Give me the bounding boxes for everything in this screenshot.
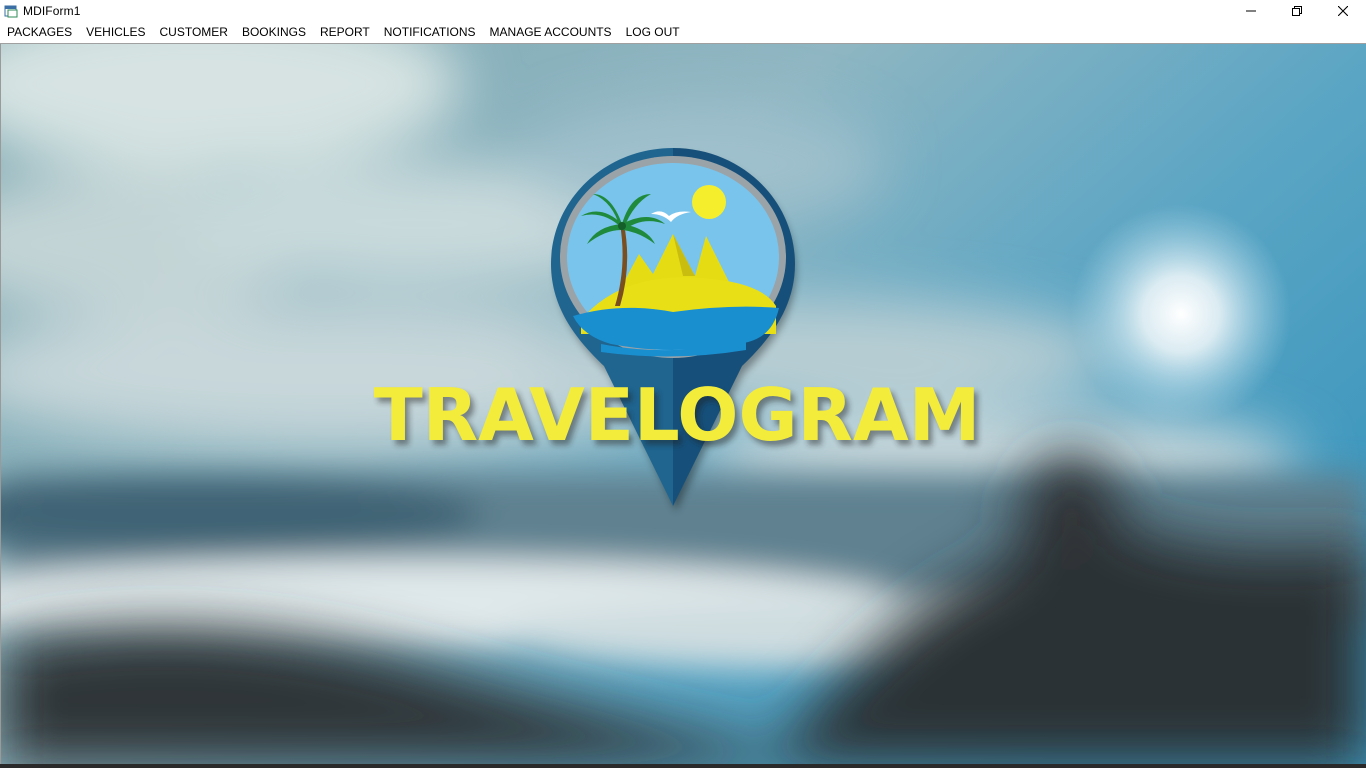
form-app-icon <box>4 5 18 18</box>
restore-icon <box>1292 6 1302 16</box>
window-controls <box>1228 0 1366 22</box>
window-titlebar: MDIForm1 <box>0 0 1366 22</box>
minimize-button[interactable] <box>1228 0 1274 22</box>
menu-customer[interactable]: CUSTOMER <box>153 22 235 43</box>
mdi-workspace: TRAVELOGRAM TRAVELOGRAM <box>0 44 1366 766</box>
menu-bar: PACKAGES VEHICLES CUSTOMER BOOKINGS REPO… <box>0 22 1366 44</box>
background-image: TRAVELOGRAM TRAVELOGRAM <box>1 44 1366 766</box>
window-title: MDIForm1 <box>23 4 81 18</box>
close-button[interactable] <box>1320 0 1366 22</box>
minimize-icon <box>1246 10 1256 12</box>
brand-text: TRAVELOGRAM <box>374 373 981 457</box>
menu-bookings[interactable]: BOOKINGS <box>235 22 313 43</box>
menu-vehicles[interactable]: VEHICLES <box>79 22 152 43</box>
menu-notifications[interactable]: NOTIFICATIONS <box>377 22 483 43</box>
restore-button[interactable] <box>1274 0 1320 22</box>
close-icon <box>1338 6 1348 16</box>
menu-packages[interactable]: PACKAGES <box>0 22 79 43</box>
window-bottom-edge <box>0 764 1366 768</box>
menu-report[interactable]: REPORT <box>313 22 377 43</box>
menu-manage-accounts[interactable]: MANAGE ACCOUNTS <box>483 22 619 43</box>
menu-log-out[interactable]: LOG OUT <box>619 22 687 43</box>
